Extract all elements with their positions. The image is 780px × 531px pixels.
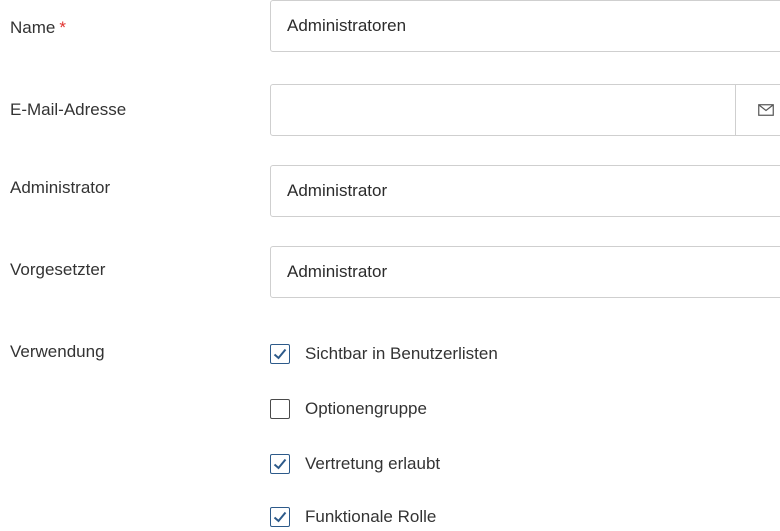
administrator-input[interactable] [271, 166, 780, 216]
email-mail-button[interactable] [735, 85, 780, 135]
checkbox-visible-in-user-lists[interactable] [270, 344, 290, 364]
email-label: E-Mail-Adresse [10, 100, 127, 119]
usage-label: Verwendung [10, 342, 105, 361]
checkbox-row-functional-role[interactable]: Funktionale Rolle [270, 505, 436, 529]
checkmark-icon [273, 511, 287, 523]
checkbox-delegation-allowed[interactable] [270, 454, 290, 474]
supervisor-field-container [270, 246, 780, 298]
checkmark-icon [273, 348, 287, 360]
checkbox-functional-role[interactable] [270, 507, 290, 527]
checkbox-label: Sichtbar in Benutzerlisten [305, 344, 498, 363]
email-input[interactable] [271, 85, 736, 135]
required-marker: * [59, 18, 66, 37]
checkmark-icon [273, 458, 287, 470]
mail-icon [758, 104, 774, 116]
supervisor-label: Vorgesetzter [10, 260, 106, 279]
checkbox-label: Funktionale Rolle [305, 507, 437, 526]
email-field-container [270, 84, 780, 136]
administrator-label: Administrator [10, 178, 111, 197]
checkbox-label: Optionengruppe [305, 399, 427, 418]
name-field-container [270, 0, 780, 52]
checkbox-row-delegation-allowed[interactable]: Vertretung erlaubt [270, 452, 440, 476]
checkbox-row-visible-in-user-lists[interactable]: Sichtbar in Benutzerlisten [270, 342, 498, 366]
name-input[interactable] [271, 1, 780, 51]
checkbox-row-option-group[interactable]: Optionengruppe [270, 397, 427, 421]
checkbox-option-group[interactable] [270, 399, 290, 419]
supervisor-input[interactable] [271, 247, 780, 297]
name-label: Name * [10, 18, 66, 38]
checkbox-label: Vertretung erlaubt [305, 454, 441, 473]
name-label-text: Name [10, 18, 56, 37]
administrator-field-container [270, 165, 780, 217]
